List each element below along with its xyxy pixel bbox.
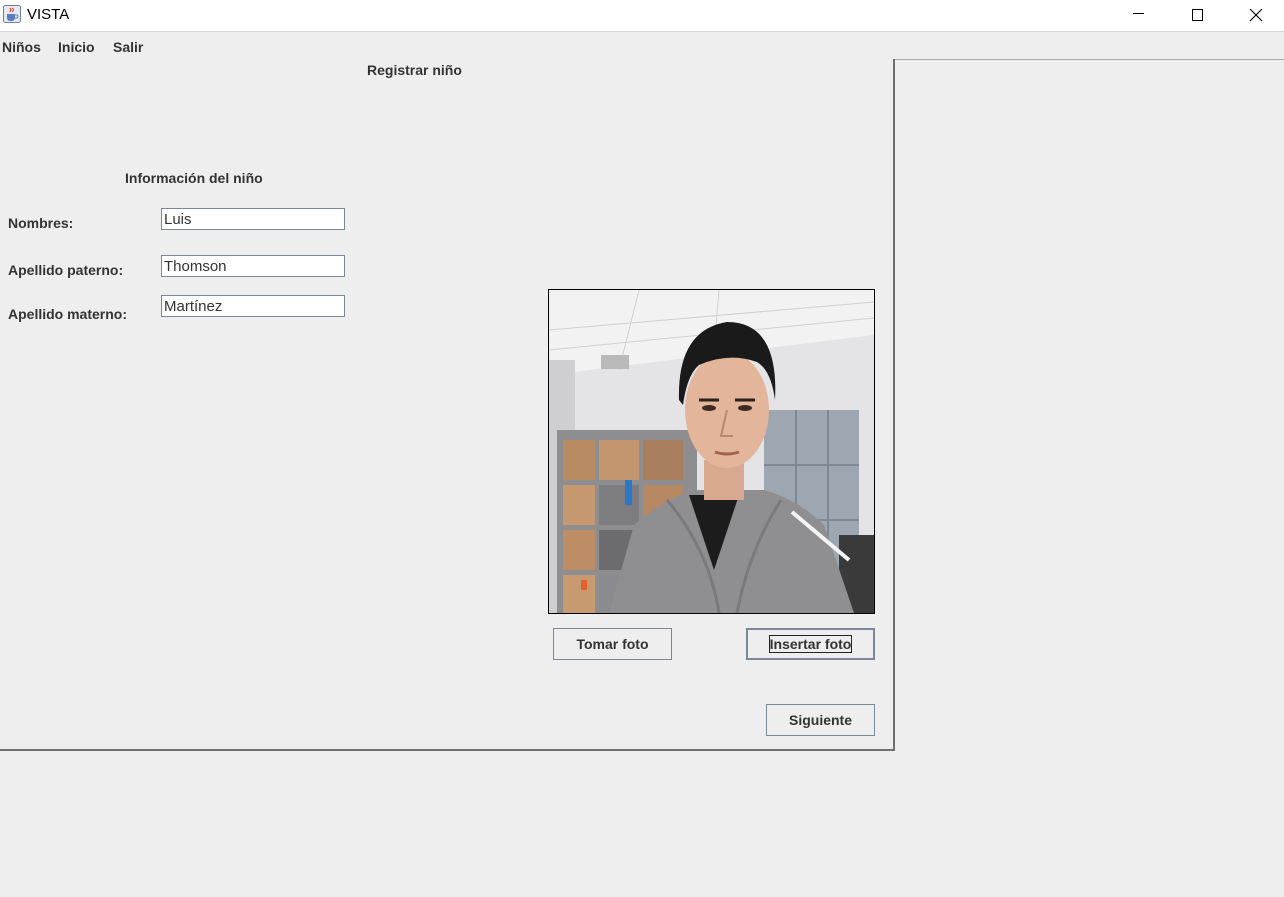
menu-ninos[interactable]: Niños <box>2 39 41 55</box>
apellido-paterno-label: Apellido paterno: <box>8 262 124 278</box>
close-icon <box>1249 9 1263 22</box>
nombres-field[interactable] <box>161 208 345 230</box>
apellido-materno-field[interactable] <box>161 295 345 317</box>
java-coffee-cup-icon <box>3 5 21 23</box>
minimize-icon <box>1133 13 1144 14</box>
maximize-button[interactable] <box>1169 0 1227 31</box>
section-title: Información del niño <box>125 170 263 186</box>
minimize-button[interactable] <box>1110 0 1168 31</box>
tomar-foto-button[interactable]: Tomar foto <box>553 628 672 660</box>
webcam-photo <box>548 289 875 614</box>
siguiente-button[interactable]: Siguiente <box>766 704 875 736</box>
webcam-photo-image <box>549 290 874 613</box>
insertar-foto-button[interactable]: Insertar foto <box>746 628 875 660</box>
menu-salir[interactable]: Salir <box>113 39 143 55</box>
title-bar: VISTA <box>0 0 1284 32</box>
maximize-icon <box>1192 9 1203 21</box>
window-title: VISTA <box>27 6 70 23</box>
apellido-materno-label: Apellido materno: <box>8 306 128 322</box>
apellido-paterno-field[interactable] <box>161 255 345 277</box>
register-child-panel: Registrar niño Información del niño Nomb… <box>0 59 895 751</box>
insertar-foto-label: Insertar foto <box>768 635 853 653</box>
close-button[interactable] <box>1227 0 1284 31</box>
nombres-label: Nombres: <box>8 215 74 231</box>
panel-heading: Registrar niño <box>367 62 462 78</box>
menu-inicio[interactable]: Inicio <box>58 39 95 55</box>
menu-bar: Niños Inicio Salir <box>0 32 1284 60</box>
